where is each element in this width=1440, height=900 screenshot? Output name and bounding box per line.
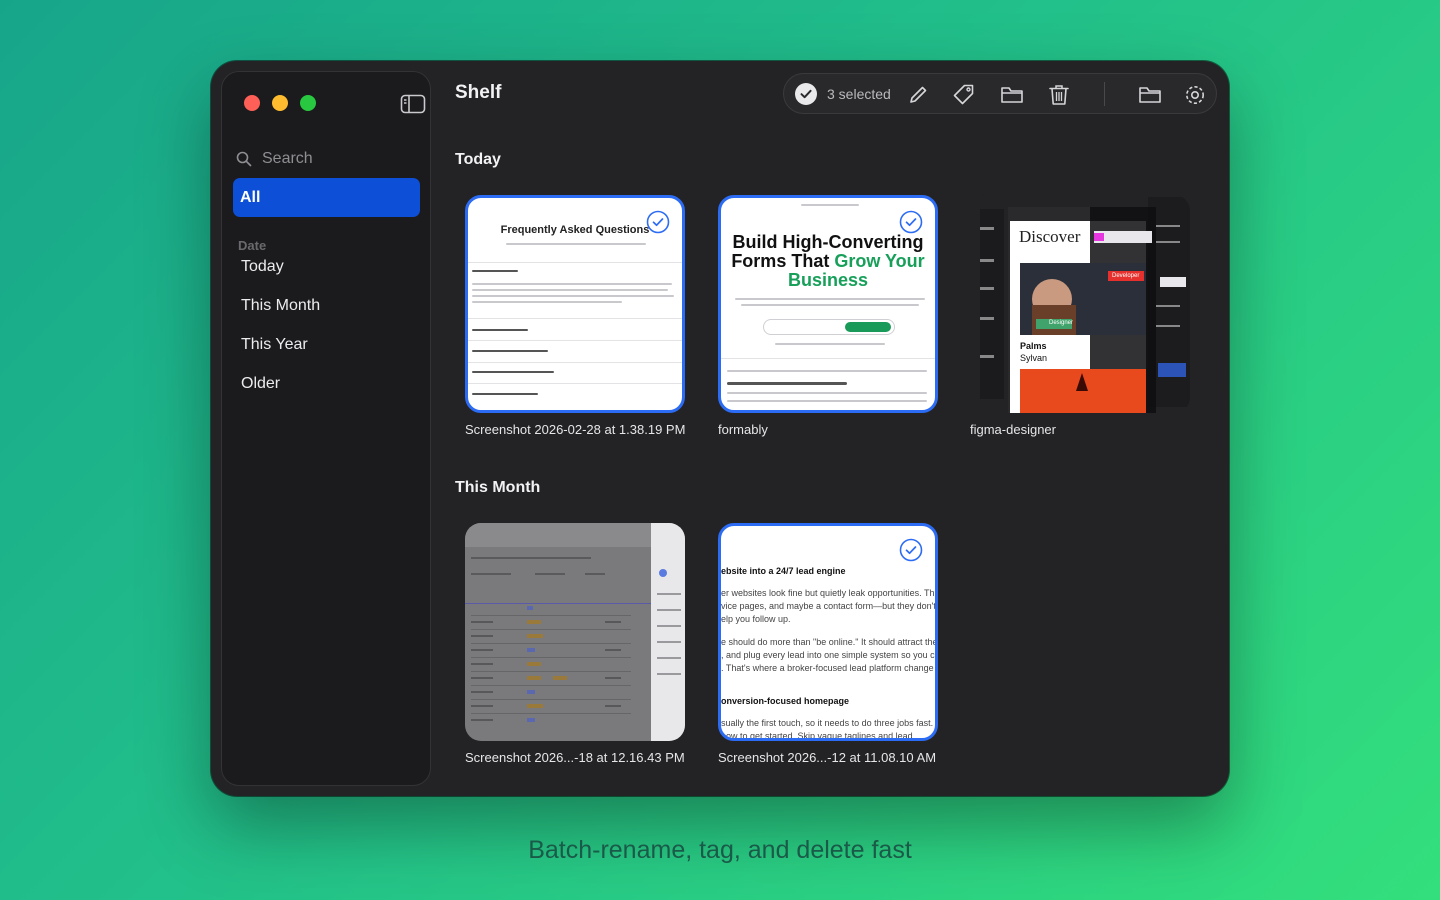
window-controls [244,95,316,111]
screenshot-card[interactable]: Screenshot 2026...-18 at 12.16.43 PM [465,523,685,765]
thumb-heading: Discover [1019,227,1081,246]
thumb-text-line: vice pages, and maybe a contact form—but… [721,601,938,611]
footer-caption: Batch-rename, tag, and delete fast [528,836,912,864]
file-name: Screenshot 2026-02-28 at 1.38.19 PM [465,422,686,437]
selected-check-icon [899,210,923,234]
close-window-button[interactable] [244,95,260,111]
sidebar-item-this-year[interactable]: This Year [241,336,308,354]
thumbnail[interactable]: Frequently Asked Questions [465,195,685,413]
thumb-button [845,322,891,332]
thumb-text-line: elp you follow up. [721,614,791,624]
trash-icon[interactable] [1046,82,1072,108]
search-placeholder: Search [262,150,313,167]
section-label-date: Date [238,238,267,253]
thumb-heading: ebsite into a 24/7 lead engine [721,566,846,576]
sidebar-item-all[interactable]: All [233,178,420,217]
tag-icon[interactable] [951,82,977,108]
thumb-text-line: , and plug every lead into one simple sy… [721,650,938,660]
thumb-heading: Build High-Converting Forms That Grow Yo… [731,232,925,290]
selected-count: 3 selected [827,86,891,102]
main-content: Shelf 3 selected Today Frequently Asked … [441,61,1229,796]
thumbnail[interactable]: ebsite into a 24/7 lead engine er websit… [718,523,938,741]
thumb-text-line: how to get started. Skip vague taglines … [721,731,913,741]
selection-toolbar: 3 selected [783,73,1217,114]
thumb-text-line: . That's where a broker-focused lead pla… [721,663,934,673]
file-name: Screenshot 2026...-18 at 12.16.43 PM [465,750,685,765]
toolbar-divider [1104,82,1105,106]
sidebar-item-today[interactable]: Today [241,258,284,276]
sidebar-toggle-icon[interactable] [400,94,426,114]
file-name: formably [718,422,768,437]
screenshot-card[interactable]: ebsite into a 24/7 lead engine er websit… [718,523,938,765]
folder-open-icon[interactable] [1137,82,1163,108]
sidebar-item-this-month[interactable]: This Month [241,297,320,315]
app-window: Search All Date Today This Month This Ye… [211,61,1229,796]
thumb-name-1: Palms [1020,341,1047,351]
thumb-tag-2: Developer [1112,273,1140,279]
file-name: figma-designer [970,422,1056,437]
pencil-icon[interactable] [905,82,931,108]
folder-icon[interactable] [999,82,1025,108]
group-title-today: Today [455,151,501,168]
search-field[interactable]: Search [234,146,420,172]
search-icon [236,151,252,167]
thumb-subheading: onversion-focused homepage [721,696,850,706]
file-name: Screenshot 2026...-12 at 11.08.10 AM [718,750,937,765]
sidebar: Search All Date Today This Month This Ye… [221,71,431,786]
check-circle-icon[interactable] [795,83,817,105]
page-title: Shelf [455,82,502,103]
gear-icon[interactable] [1182,82,1208,108]
screenshot-card[interactable]: Discover Palms Sylvan Designer Developer… [970,195,1190,437]
screenshot-card[interactable]: Frequently Asked Questions Screenshot 20… [465,195,685,437]
minimize-window-button[interactable] [272,95,288,111]
sidebar-item-older[interactable]: Older [241,375,280,393]
thumb-tag: Designer [1049,320,1074,326]
selected-check-icon [646,210,670,234]
thumbnail[interactable] [465,523,685,741]
zoom-window-button[interactable] [300,95,316,111]
thumbnail[interactable]: Discover Palms Sylvan Designer Developer [970,195,1190,413]
selected-check-icon [899,538,923,562]
thumbnail[interactable]: Build High-Converting Forms That Grow Yo… [718,195,938,413]
thumb-text-line: sually the first touch, so it needs to d… [721,718,934,728]
screenshot-card[interactable]: Build High-Converting Forms That Grow Yo… [718,195,938,437]
group-title-this-month: This Month [455,479,541,496]
thumb-name-2: Sylvan [1020,353,1048,363]
thumb-text-line: er websites look fine but quietly leak o… [721,588,935,598]
thumb-text-line: e should do more than "be online." It sh… [721,637,938,647]
table-thumbnail [465,523,685,741]
